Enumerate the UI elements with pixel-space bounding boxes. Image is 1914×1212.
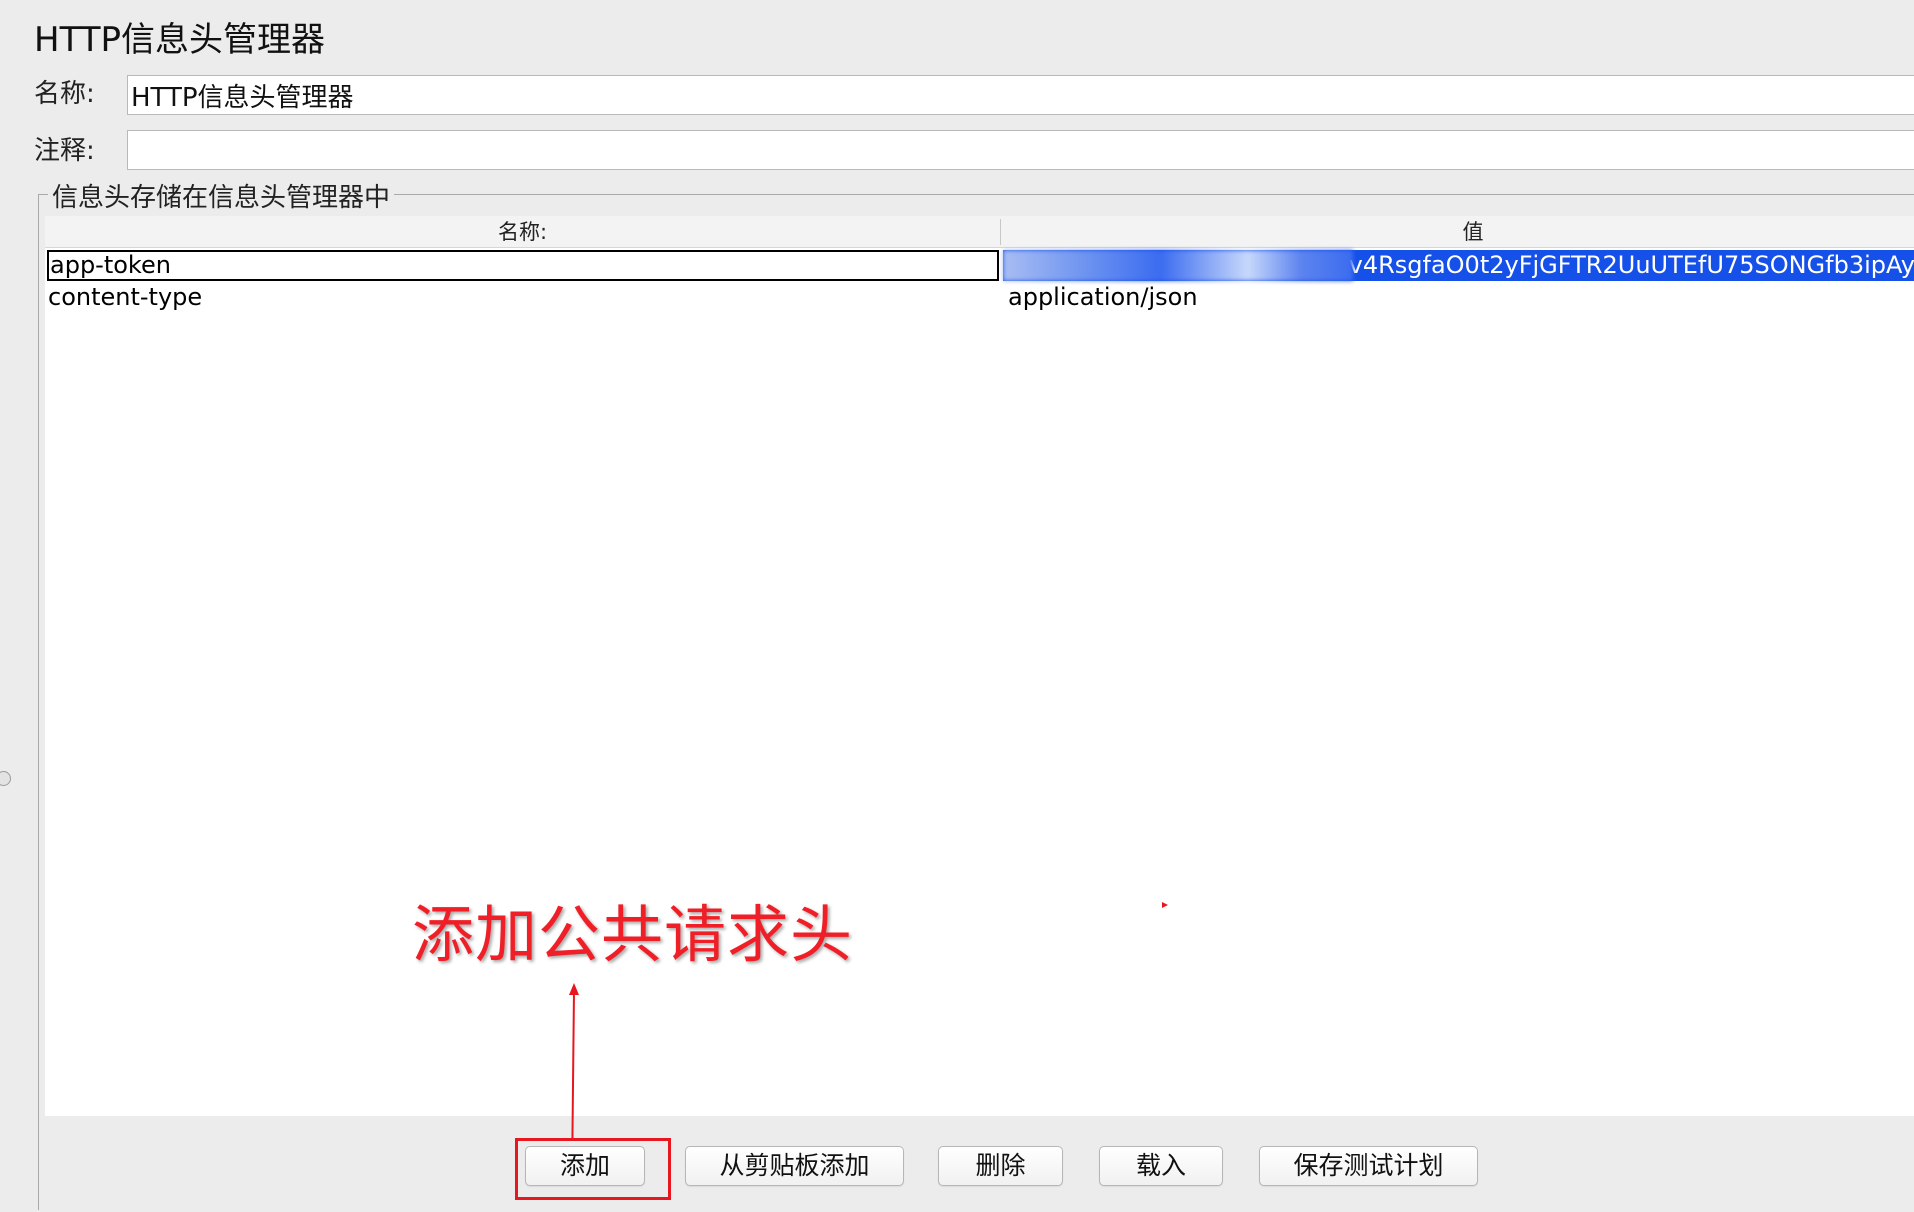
name-label: 名称: [34, 79, 95, 109]
headers-group-title: 信息头存储在信息头管理器中 [48, 180, 395, 216]
delete-button[interactable]: 删除 [938, 1146, 1063, 1186]
redaction-blur [1003, 250, 1353, 281]
arrow-head-icon [569, 983, 579, 995]
page-title: HTTP信息头管理器 [34, 20, 326, 60]
split-pane-handle-icon[interactable] [0, 771, 11, 786]
name-input[interactable] [127, 75, 1914, 115]
load-button[interactable]: 载入 [1099, 1146, 1223, 1186]
table-header: 名称: 值 [45, 216, 1914, 248]
stray-mark-icon [1162, 902, 1168, 908]
column-header-value[interactable]: 值 [1001, 216, 1914, 248]
comment-input[interactable] [127, 130, 1914, 170]
add-from-clipboard-button[interactable]: 从剪贴板添加 [685, 1146, 904, 1186]
http-header-manager-panel: HTTP信息头管理器 名称: 注释: 信息头存储在信息头管理器中 名称: 值 a… [0, 0, 1914, 1212]
button-bar: 添加 从剪贴板添加 删除 载入 保存测试计划 [45, 1116, 1914, 1212]
save-test-plan-button[interactable]: 保存测试计划 [1259, 1146, 1478, 1186]
highlight-box [515, 1138, 671, 1200]
annotation-text: 添加公共请求头 [412, 898, 854, 971]
header-value-cell[interactable]: application/json [1003, 282, 1914, 313]
header-name-cell[interactable]: app-token [47, 250, 999, 281]
header-name-cell[interactable]: content-type [47, 282, 999, 313]
comment-label: 注释: [34, 136, 95, 166]
column-header-name[interactable]: 名称: [45, 216, 1000, 248]
headers-table[interactable]: 名称: 值 app-token v4RsgfaO0t2yFjGFTR2UuUTE… [45, 216, 1914, 1116]
